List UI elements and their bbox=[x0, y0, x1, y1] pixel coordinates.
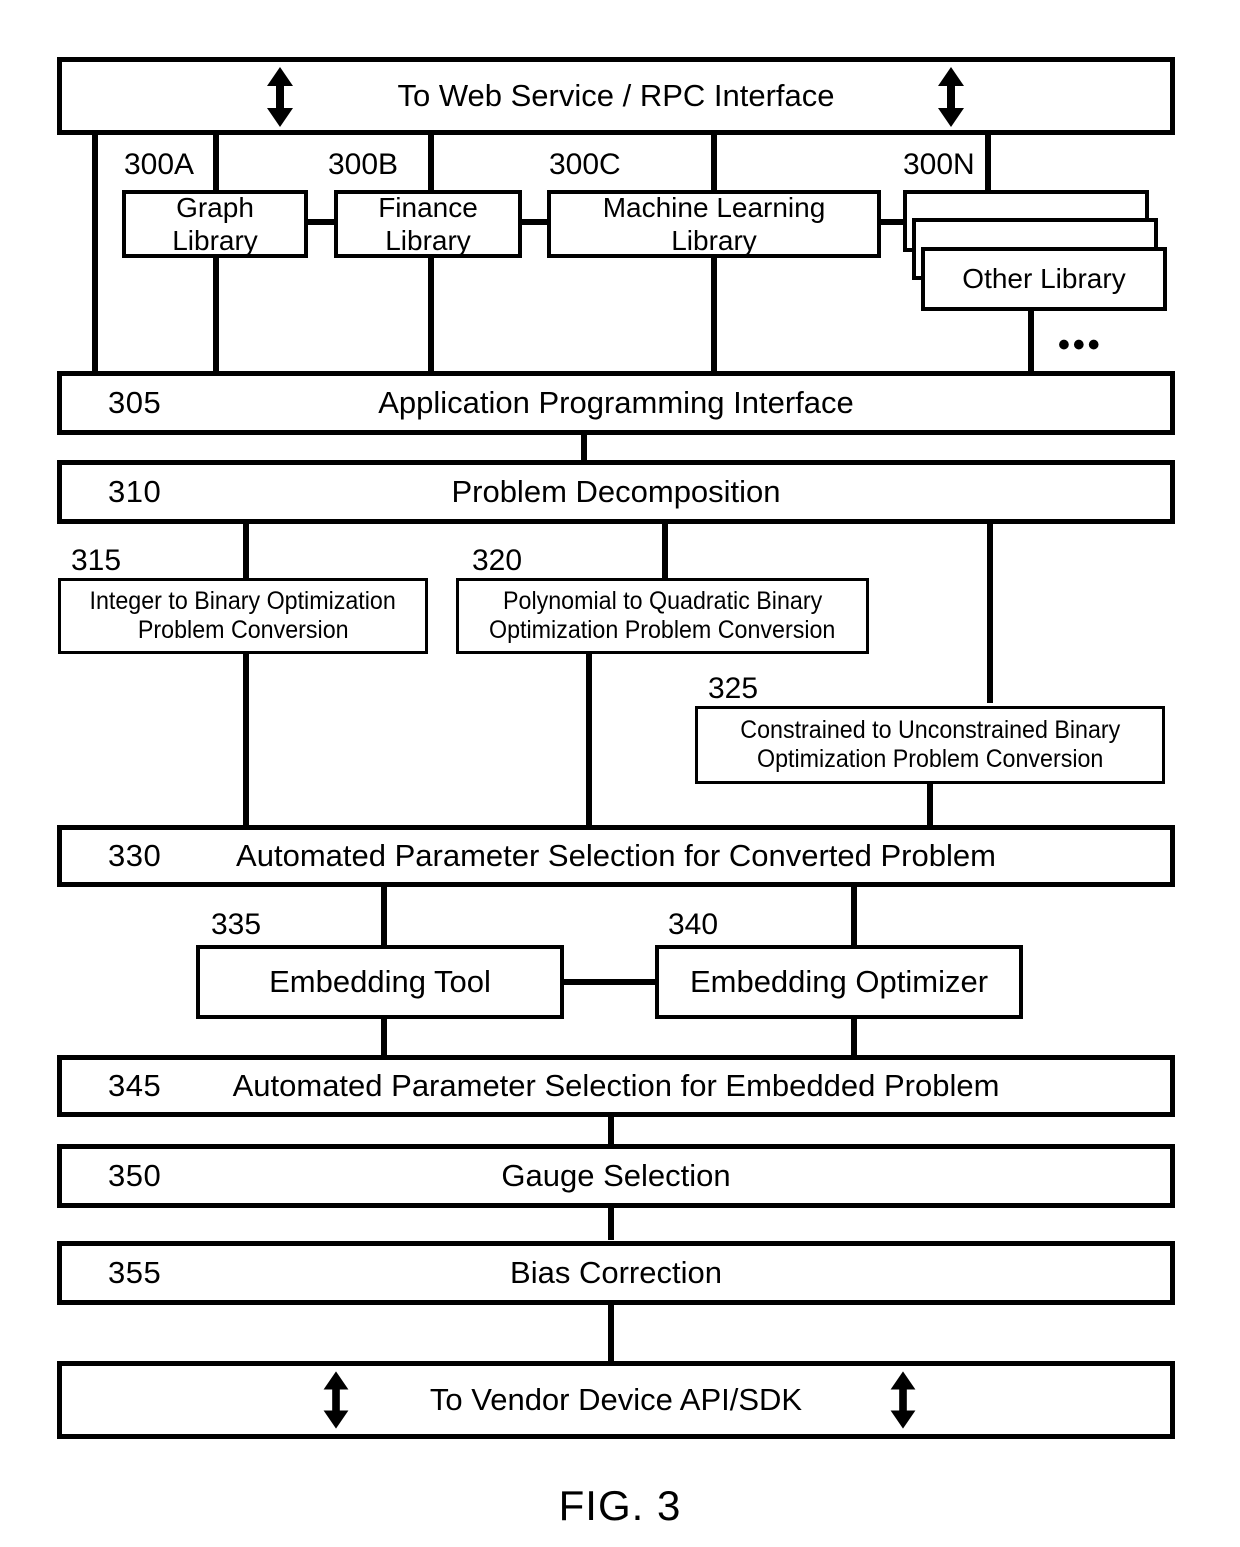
connector-345-to-350 bbox=[608, 1115, 614, 1145]
ref-300B: 300B bbox=[328, 148, 399, 181]
library-finance-line2: Library bbox=[385, 225, 471, 256]
library-ellipsis: ••• bbox=[1058, 326, 1103, 364]
gauge-selection-bar: 350 Gauge Selection bbox=[57, 1144, 1175, 1208]
connector-330-to-335 bbox=[381, 885, 387, 947]
bottom-interface-title: To Vendor Device API/SDK bbox=[429, 1382, 803, 1417]
param-converted-bar: 330 Automated Parameter Selection for Co… bbox=[57, 825, 1175, 887]
bias-correction-title: Bias Correction bbox=[510, 1255, 722, 1290]
library-graph-line1: Graph bbox=[176, 191, 254, 223]
conversion-315-line2: Problem Conversion bbox=[137, 616, 349, 644]
conversion-box-polynomial-to-quadratic[interactable]: Polynomial to Quadratic Binary Optimizat… bbox=[456, 578, 869, 654]
ref-340: 340 bbox=[668, 908, 719, 941]
gauge-selection-title: Gauge Selection bbox=[501, 1158, 731, 1193]
embedding-optimizer-label: Embedding Optimizer bbox=[689, 963, 989, 999]
conversion-box-constrained-to-unconstrained[interactable]: Constrained to Unconstrained Binary Opti… bbox=[695, 706, 1165, 784]
bus-line-other bbox=[985, 133, 991, 194]
ref-325: 325 bbox=[708, 672, 759, 705]
branch-310-to-315 bbox=[243, 522, 249, 579]
figure-label: FIG. 3 bbox=[558, 1482, 682, 1529]
top-interface-bar: To Web Service / RPC Interface bbox=[57, 57, 1175, 135]
ref-300C: 300C bbox=[549, 148, 621, 181]
conversion-325-line1: Constrained to Unconstrained Binary bbox=[740, 715, 1120, 744]
ref-315: 315 bbox=[71, 544, 122, 577]
library-box-other-front[interactable]: Other Library bbox=[921, 247, 1167, 311]
connector-finance-ml bbox=[518, 219, 550, 225]
connector-340-to-345 bbox=[851, 1017, 857, 1057]
decomposition-bar: 310 Problem Decomposition bbox=[57, 460, 1175, 524]
library-other-front-label: Other Library bbox=[962, 263, 1126, 295]
decomposition-title: Problem Decomposition bbox=[451, 474, 781, 509]
conversion-320-line1: Polynomial to Quadratic Binary bbox=[502, 586, 823, 615]
top-left-double-arrow-icon bbox=[267, 67, 293, 127]
connector-api-to-decomposition bbox=[581, 433, 587, 462]
api-title: Application Programming Interface bbox=[378, 385, 854, 420]
bias-correction-bar: 355 Bias Correction bbox=[57, 1241, 1175, 1305]
connector-tool-optimizer bbox=[561, 979, 658, 985]
connector-320-to-330 bbox=[586, 652, 592, 827]
embedding-tool-label: Embedding Tool bbox=[269, 963, 491, 999]
library-finance-line1: Finance bbox=[378, 191, 478, 223]
connector-325-to-330 bbox=[927, 782, 933, 827]
param-embedded-title: Automated Parameter Selection for Embedd… bbox=[232, 1068, 1000, 1103]
connector-350-to-355 bbox=[608, 1206, 614, 1240]
param-converted-title: Automated Parameter Selection for Conver… bbox=[236, 838, 996, 873]
ref-335: 335 bbox=[211, 908, 262, 941]
embedding-optimizer-box[interactable]: Embedding Optimizer bbox=[655, 945, 1023, 1019]
connector-335-to-345 bbox=[381, 1017, 387, 1057]
ref-300N: 300N bbox=[903, 148, 975, 181]
param-embedded-bar: 345 Automated Parameter Selection for Em… bbox=[57, 1055, 1175, 1117]
library-box-graph[interactable]: Graph Library bbox=[122, 190, 308, 258]
branch-310-to-325 bbox=[987, 522, 993, 703]
branch-310-to-320 bbox=[662, 522, 668, 579]
conversion-box-integer-to-binary[interactable]: Integer to Binary Optimization Problem C… bbox=[58, 578, 428, 654]
connector-330-to-340 bbox=[851, 885, 857, 947]
embedding-tool-box[interactable]: Embedding Tool bbox=[196, 945, 564, 1019]
library-ml-line1: Machine Learning bbox=[602, 191, 826, 223]
connector-315-to-330 bbox=[243, 652, 249, 827]
bottom-left-double-arrow-icon bbox=[323, 1371, 349, 1429]
library-ml-line2: Library bbox=[671, 225, 757, 256]
api-bar: 305 Application Programming Interface bbox=[57, 371, 1175, 435]
conversion-315-line1: Integer to Binary Optimization bbox=[89, 586, 397, 615]
library-box-finance[interactable]: Finance Library bbox=[334, 190, 522, 258]
ref-300A: 300A bbox=[124, 148, 195, 181]
conversion-325-line2: Optimization Problem Conversion bbox=[756, 745, 1104, 773]
connector-graph-finance bbox=[305, 219, 337, 225]
top-right-double-arrow-icon bbox=[938, 67, 964, 127]
bus-line-other-lower bbox=[1028, 310, 1034, 372]
ref-320: 320 bbox=[472, 544, 523, 577]
library-box-machine-learning[interactable]: Machine Learning Library bbox=[547, 190, 881, 258]
connector-355-to-vendor bbox=[608, 1303, 614, 1363]
bus-line-left-edge bbox=[92, 133, 98, 372]
conversion-320-line2: Optimization Problem Conversion bbox=[489, 616, 836, 644]
top-interface-title: To Web Service / RPC Interface bbox=[397, 78, 835, 113]
bottom-right-double-arrow-icon bbox=[890, 1371, 916, 1429]
figure-canvas: To Web Service / RPC Interface 300A 300B… bbox=[0, 0, 1240, 1547]
bottom-interface-bar: To Vendor Device API/SDK bbox=[57, 1361, 1175, 1439]
library-graph-line2: Library bbox=[172, 225, 258, 256]
